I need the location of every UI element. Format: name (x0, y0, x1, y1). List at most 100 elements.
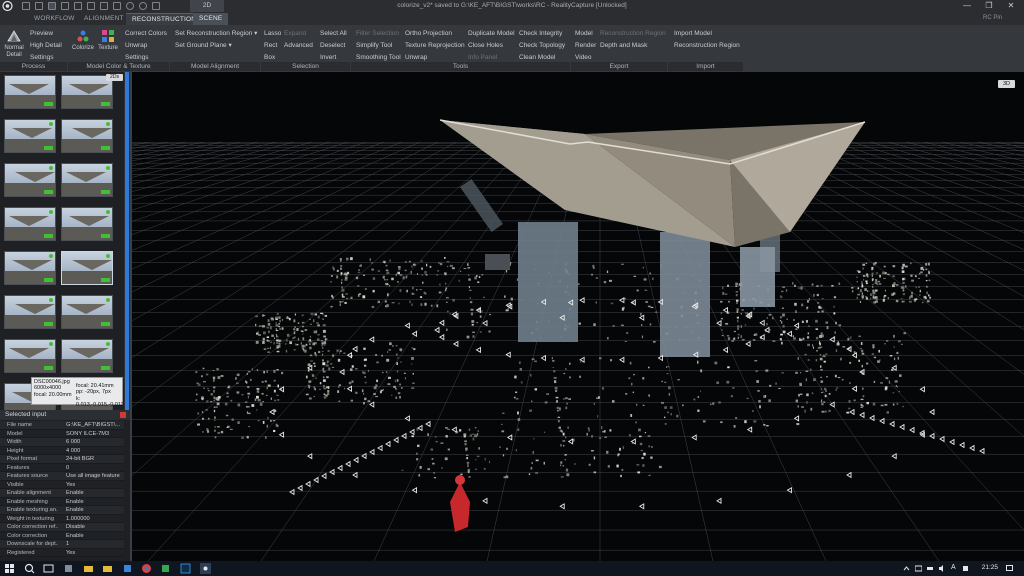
file-explorer-icon[interactable] (83, 563, 94, 574)
set-ground-plane-button[interactable]: Set Ground Plane ▾ (175, 40, 257, 52)
unwrap-button[interactable]: Unwrap (125, 40, 167, 52)
advanced-button[interactable]: Advanced (284, 40, 313, 52)
image-thumbnail[interactable] (61, 119, 113, 153)
filter-selection-button[interactable]: Filter Selection (356, 28, 401, 40)
export-render-button[interactable]: Render (575, 40, 596, 52)
property-value[interactable]: SONY ILCE-7M3 (58, 430, 120, 438)
app-icon[interactable] (160, 563, 171, 574)
simplify-tool-button[interactable]: Simplify Tool (356, 40, 401, 52)
property-row[interactable]: Pixel format 24-bit BGR (0, 455, 124, 464)
preview-button[interactable]: Preview (30, 28, 62, 40)
import-model-button[interactable]: Import Model (674, 28, 740, 40)
tab-scene[interactable]: SCENE (193, 13, 229, 25)
point-cloud-scene[interactable] (130, 72, 1024, 561)
input-language[interactable]: A (951, 564, 958, 571)
tab-workflow[interactable]: WORKFLOW (28, 13, 81, 25)
rect-button[interactable]: Rect (264, 40, 281, 52)
export-depth-and-mask-button[interactable]: Depth and Mask (600, 40, 666, 52)
app-tray-icon[interactable] (962, 565, 969, 572)
tab-reconstruction[interactable]: RECONSTRUCTION (126, 13, 203, 25)
3d-viewport[interactable] (130, 72, 1024, 561)
tray-chevron-icon[interactable] (903, 565, 910, 572)
property-row[interactable]: Color correction Enable (0, 531, 124, 540)
search-icon[interactable] (24, 563, 35, 574)
panel-close-icon[interactable] (120, 412, 126, 418)
3d-view-tag[interactable]: 3D (998, 80, 1015, 88)
texture-reprojection-button[interactable]: Texture Reprojection (405, 40, 465, 52)
ortho-projection-button[interactable]: Ortho Projection (405, 28, 465, 40)
panel-divider[interactable] (130, 72, 132, 561)
normal-detail-button[interactable]: Normal Detail (1, 29, 27, 59)
thumbnail-scrollbar-thumb[interactable] (125, 72, 129, 410)
property-value[interactable]: 24-bit BGR (58, 455, 120, 463)
image-thumbnail[interactable] (61, 163, 113, 197)
property-row[interactable]: Registered Yes (0, 548, 124, 557)
export-model-button[interactable]: Model (575, 28, 596, 40)
expand-button[interactable]: Expand (284, 28, 313, 40)
property-row[interactable]: Enable texturing an... Enable (0, 506, 124, 515)
2ds-view-tag[interactable]: 2Ds (106, 74, 123, 81)
property-value[interactable]: Use all image features (58, 472, 120, 480)
realitycapture-taskbar-icon[interactable] (200, 563, 211, 574)
property-value[interactable]: Enable (58, 498, 120, 506)
property-value[interactable]: Yes (58, 481, 120, 489)
property-value[interactable]: Enable (58, 506, 120, 514)
image-thumbnail[interactable] (4, 251, 56, 285)
property-row[interactable]: Width 6 000 (0, 438, 124, 447)
duplicate-model-button[interactable]: Duplicate Model (468, 28, 515, 40)
image-thumbnail[interactable] (4, 163, 56, 197)
property-row[interactable]: Enable meshing Enable (0, 497, 124, 506)
property-value[interactable]: 6 000 (58, 438, 120, 446)
property-value[interactable]: Enable (58, 532, 120, 540)
folder-icon[interactable] (102, 563, 113, 574)
property-value[interactable]: 0 (58, 464, 120, 472)
windows-start-icon[interactable] (4, 563, 15, 574)
property-row[interactable]: File name G:\KE_AFT\BIGST\... (0, 421, 124, 430)
close-button[interactable]: ✕ (1000, 0, 1022, 12)
property-row[interactable]: Color correction ref... Disable (0, 523, 124, 532)
property-row[interactable]: Visible Yes (0, 480, 124, 489)
property-value[interactable]: 1.000000 (58, 515, 120, 523)
close-holes-button[interactable]: Close Holes (468, 40, 515, 52)
property-row[interactable]: Features 0 (0, 463, 124, 472)
deselect-button[interactable]: Deselect (320, 40, 347, 52)
app-grid-icon[interactable] (63, 563, 74, 574)
texture-button[interactable]: Texture (96, 29, 120, 51)
task-view-icon[interactable] (43, 563, 54, 574)
image-thumbnail[interactable] (61, 207, 113, 241)
app-icon[interactable] (122, 563, 133, 574)
image-thumbnail[interactable] (4, 119, 56, 153)
image-thumbnail[interactable] (61, 295, 113, 329)
property-row[interactable]: Features source Use all image features (0, 472, 124, 481)
property-value[interactable]: G:\KE_AFT\BIGST\... (58, 421, 120, 429)
select-all-button[interactable]: Select All (320, 28, 347, 40)
image-thumbnail[interactable] (4, 295, 56, 329)
minimize-button[interactable]: — (956, 0, 978, 12)
check-integrity-button[interactable]: Check Integrity (519, 28, 565, 40)
chrome-icon[interactable] (141, 563, 152, 574)
check-topology-button[interactable]: Check Topology (519, 40, 565, 52)
image-thumbnail[interactable] (61, 251, 113, 285)
image-thumbnail-grid[interactable] (0, 72, 123, 410)
property-value[interactable]: Yes (58, 549, 120, 557)
export-reconstruction-region-button[interactable]: Reconstruction Region (600, 28, 666, 40)
property-value[interactable]: 4 000 (58, 447, 120, 455)
volume-icon[interactable] (939, 565, 946, 572)
image-thumbnail[interactable] (4, 207, 56, 241)
correct-colors-button[interactable]: Correct Colors (125, 28, 167, 40)
property-row[interactable]: Weight in texturing 1.000000 (0, 514, 124, 523)
set-reconstruction-region-button[interactable]: Set Reconstruction Region ▾ (175, 28, 257, 40)
lasso-button[interactable]: Lasso (264, 28, 281, 40)
property-row[interactable]: Height 4 000 (0, 446, 124, 455)
image-thumbnail[interactable] (4, 339, 56, 373)
battery-icon[interactable] (927, 565, 934, 572)
colorize-button[interactable]: Colorize (70, 29, 96, 51)
tab-alignment[interactable]: ALIGNMENT (78, 13, 130, 25)
network-icon[interactable] (914, 565, 923, 572)
high-detail-button[interactable]: High Detail (30, 40, 62, 52)
notifications-icon[interactable] (1006, 565, 1013, 572)
property-value[interactable]: 1 (58, 540, 120, 548)
image-thumbnail[interactable] (61, 339, 113, 373)
property-row[interactable]: Downscale for dept... 1 (0, 540, 124, 549)
photoshop-icon[interactable] (180, 563, 191, 574)
